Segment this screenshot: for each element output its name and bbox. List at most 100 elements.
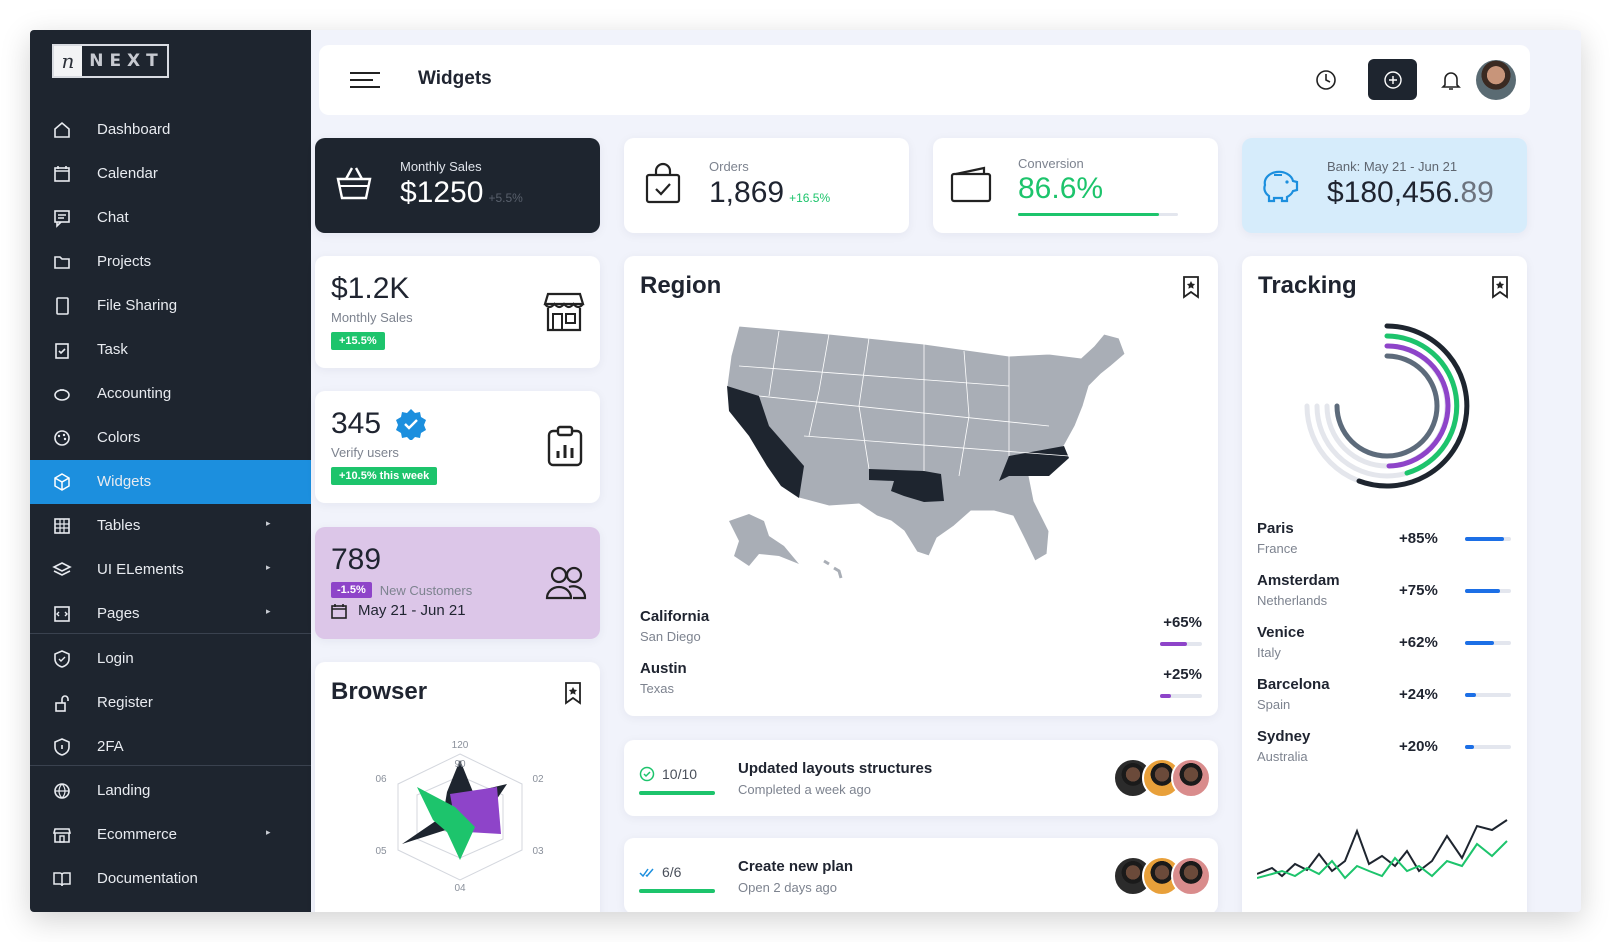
cube-icon [52,472,72,492]
bookmark-icon[interactable] [1181,275,1201,299]
sidebar-item-chat[interactable]: Chat [30,196,311,240]
page-title: Widgets [418,68,492,89]
region-row: California San Diego +65% [640,608,1202,656]
sidebar-item-label: Ecommerce [97,826,178,843]
file-icon [52,296,72,316]
new-customers-badge: -1.5% [331,582,372,598]
sidebar-item-login[interactable]: Login [30,637,311,681]
task-title: Updated layouts structures [738,760,933,777]
sidebar-item-label: Login [97,650,134,667]
new-customers-label: New Customers [379,582,473,598]
sidebar-item-label: File Sharing [97,297,178,314]
task-card[interactable]: 6/6 Create new plan Open 2 days ago [624,838,1218,912]
tracking-line-chart [1257,819,1508,880]
radar-tick-05: 05 [375,846,387,857]
region-row-sub: San Diego [640,629,701,644]
conversion-label: Conversion [1018,156,1084,171]
chevron-right-icon: ▸ [266,606,271,616]
sidebar-item-label: Accounting [97,385,172,402]
sidebar-item-label: Colors [97,429,141,446]
sidebar-item-task[interactable]: Task [30,328,311,372]
tracking-row: Sydney Australia +20% [1257,728,1517,778]
tracking-progress [1465,537,1511,541]
sidebar-item-label: Chat [97,209,129,226]
sidebar-item-widgets[interactable]: Widgets [30,460,311,504]
sidebar-item-label: Calendar [97,165,158,182]
monthly-sales-card: Monthly Sales $1250 +5.5% [315,138,600,233]
tracking-card: Tracking Paris France +85% Amsterdam Netherl… [1242,256,1527,912]
radar-tick-02: 02 [532,774,544,785]
radar-tick-90: 90 [454,759,466,770]
bookmark-icon[interactable] [1490,275,1510,299]
menu-toggle-icon[interactable] [349,71,381,91]
shopping-bag-check-icon [645,162,681,204]
sidebar-item-label: Dashboard [97,121,171,138]
sidebar-item-landing[interactable]: Landing [30,769,311,813]
sidebar-item-ecommerce[interactable]: Ecommerce ▸ [30,813,311,857]
hawaii [823,559,843,579]
sidebar-item-label: Widgets [97,473,152,490]
add-button[interactable] [1368,59,1417,100]
tracking-pct: +85% [1399,530,1438,547]
radar-tick-04: 04 [454,883,466,892]
tracking-country: France [1257,541,1298,556]
tracking-country: Italy [1257,645,1281,660]
globe-icon [52,781,72,801]
avatar[interactable] [1171,856,1211,896]
chevron-right-icon: ▸ [266,518,271,528]
verify-users-label: Verify users [331,445,399,460]
sidebar-item-accounting[interactable]: Accounting [30,372,311,416]
task-card[interactable]: 10/10 Updated layouts structures Completed… [624,740,1218,816]
sidebar-item-colors[interactable]: Colors [30,416,311,460]
sidebar-item-ui-elements[interactable]: UI ELements ▸ [30,548,311,592]
home-icon [52,120,72,140]
users-group-icon [545,566,587,600]
pages-icon [52,604,72,624]
sidebar-item-pages[interactable]: Pages ▸ [30,592,311,636]
sidebar-item-label: Pages [97,605,140,622]
sidebar-item-register[interactable]: Register [30,681,311,725]
sidebar-item-label: Tables [97,517,141,534]
store-icon [543,292,585,332]
sales-mini-card: $1.2K Monthly Sales +15.5% [315,256,600,368]
task-sub: Open 2 days ago [738,880,838,895]
tracking-country: Spain [1257,697,1291,712]
avatar[interactable] [1171,758,1211,798]
logo[interactable]: n NEXT [52,44,169,78]
sidebar-item-projects[interactable]: Projects [30,240,311,284]
sidebar-item-documentation[interactable]: Documentation [30,857,311,901]
sidebar-item-label: Landing [97,782,151,799]
bookmark-icon[interactable] [563,681,583,705]
browser-title: Browser [331,678,428,705]
tracking-progress [1465,641,1511,645]
tracking-progress [1465,589,1511,593]
sidebar-item-tables[interactable]: Tables ▸ [30,504,311,548]
sidebar-item-2fa[interactable]: 2FA [30,725,311,769]
sidebar-item-calendar[interactable]: Calendar [30,152,311,196]
bank-label: Bank: May 21 - Jun 21 [1327,159,1458,174]
tracking-country: Netherlands [1257,593,1328,608]
region-row-progress [1160,694,1202,698]
top-bar: Widgets [319,45,1530,115]
clock-icon[interactable] [1315,69,1337,96]
palette-icon [52,428,72,448]
region-row-name: California [640,608,710,625]
monthly-sales-label: Monthly Sales [400,159,482,174]
tracking-pct: +24% [1399,686,1438,703]
usa-map [726,325,1126,579]
sidebar-item-dashboard[interactable]: Dashboard [30,108,311,152]
new-customers-card: 789 -1.5% New Customers May 21 - Jun 21 [315,527,600,639]
radar-tick-06: 06 [375,774,387,785]
bell-icon[interactable] [1440,69,1462,96]
new-customers-date: May 21 - Jun 21 [358,602,466,619]
avatar[interactable] [1476,60,1516,100]
tracking-city: Paris [1257,520,1294,537]
tracking-title: Tracking [1258,272,1357,299]
sidebar-item-label: UI ELements [97,561,184,578]
tracking-row: Barcelona Spain +24% [1257,676,1517,726]
tracking-row: Amsterdam Netherlands +75% [1257,572,1517,622]
sidebar-item-label: Task [97,341,128,358]
sidebar-item-file-sharing[interactable]: File Sharing [30,284,311,328]
verify-users-value: 345 [331,407,382,440]
tracking-progress [1465,693,1511,697]
